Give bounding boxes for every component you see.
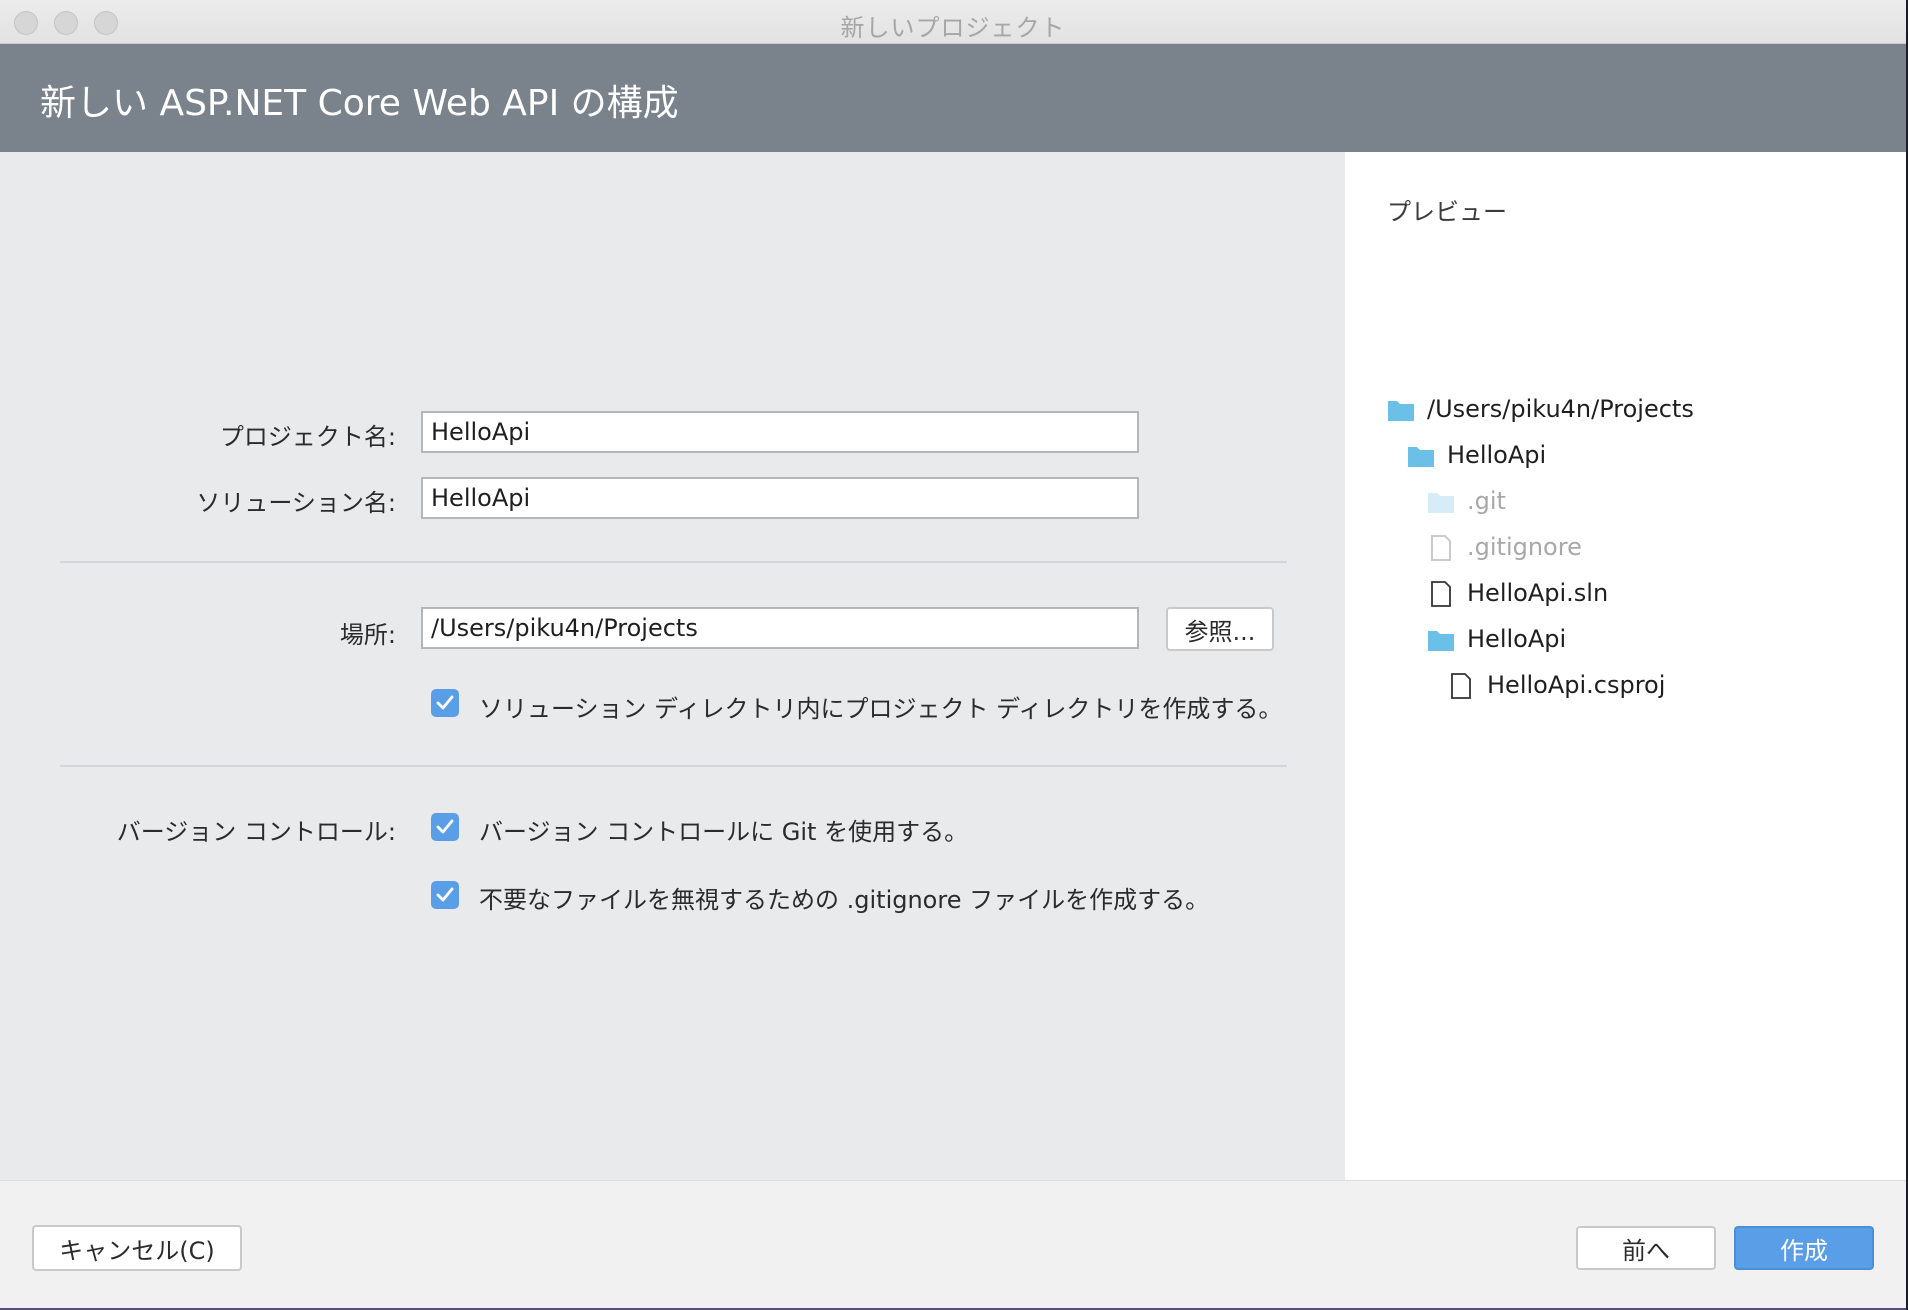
preview-tree-item: /Users/piku4n/Projects xyxy=(1387,392,1694,426)
file-icon xyxy=(1427,535,1455,561)
configuration-form: プロジェクト名: ソリューション名: 場所: 参照... ソリューション ディレ… xyxy=(0,152,1345,1180)
dialog-footer: キャンセル(C) 前へ 作成 xyxy=(0,1180,1906,1308)
preview-tree-item: HelloApi.csproj xyxy=(1447,668,1665,702)
section-divider xyxy=(60,765,1287,767)
preview-tree-item-label: HelloApi xyxy=(1467,625,1567,653)
back-button[interactable]: 前へ xyxy=(1576,1226,1716,1270)
file-icon xyxy=(1427,581,1455,607)
create-gitignore-label: 不要なファイルを無視するための .gitignore ファイルを作成する。 xyxy=(479,886,1210,914)
preview-tree-item: .git xyxy=(1427,484,1506,518)
use-git-label: バージョン コントロールに Git を使用する。 xyxy=(479,818,969,846)
project-name-label: プロジェクト名: xyxy=(219,423,396,451)
preview-tree-item-label: .git xyxy=(1467,487,1506,515)
window-title: 新しいプロジェクト xyxy=(840,14,1066,42)
cancel-button[interactable]: キャンセル(C) xyxy=(32,1225,242,1271)
use-git-checkbox[interactable] xyxy=(431,813,459,841)
file-icon xyxy=(1447,673,1475,699)
dialog-header: 新しい ASP.NET Core Web API の構成 xyxy=(0,44,1906,152)
folder-icon xyxy=(1427,489,1455,513)
preview-tree-item: HelloApi xyxy=(1427,622,1566,656)
folder-icon xyxy=(1387,397,1415,421)
preview-tree-item-label: HelloApi.csproj xyxy=(1487,671,1666,699)
preview-tree-item-label: HelloApi.sln xyxy=(1467,579,1609,607)
checkmark-icon xyxy=(436,819,454,834)
section-divider xyxy=(60,561,1287,563)
preview-title: プレビュー xyxy=(1387,198,1507,226)
create-project-dir-label: ソリューション ディレクトリ内にプロジェクト ディレクトリを作成する。 xyxy=(479,695,1283,723)
solution-name-input[interactable] xyxy=(421,477,1139,519)
title-bar: 新しいプロジェクト xyxy=(0,0,1906,44)
preview-tree-item-label: .gitignore xyxy=(1467,533,1582,561)
version-control-label: バージョン コントロール: xyxy=(116,818,396,846)
solution-name-label: ソリューション名: xyxy=(196,489,396,517)
project-name-input[interactable] xyxy=(421,411,1139,453)
preview-tree-item-label: /Users/piku4n/Projects xyxy=(1427,395,1694,423)
location-input[interactable] xyxy=(421,607,1139,649)
folder-icon xyxy=(1427,627,1455,651)
preview-panel: プレビュー /Users/piku4n/Projects HelloApi .git… xyxy=(1345,152,1906,1180)
page-title: 新しい ASP.NET Core Web API の構成 xyxy=(40,83,679,124)
create-button[interactable]: 作成 xyxy=(1734,1226,1874,1270)
create-project-dir-checkbox[interactable] xyxy=(431,689,459,717)
location-label: 場所: xyxy=(339,621,396,649)
checkmark-icon xyxy=(436,887,454,902)
browse-button[interactable]: 参照... xyxy=(1166,607,1274,651)
folder-icon xyxy=(1407,443,1435,467)
dialog-window: 新しいプロジェクト 新しい ASP.NET Core Web API の構成 プ… xyxy=(0,0,1906,1308)
checkmark-icon xyxy=(436,695,454,710)
preview-tree-item: HelloApi.sln xyxy=(1427,576,1608,610)
preview-tree-item: HelloApi xyxy=(1407,438,1546,472)
preview-tree-item-label: HelloApi xyxy=(1447,441,1547,469)
create-gitignore-checkbox[interactable] xyxy=(431,881,459,909)
preview-tree-item: .gitignore xyxy=(1427,530,1582,564)
